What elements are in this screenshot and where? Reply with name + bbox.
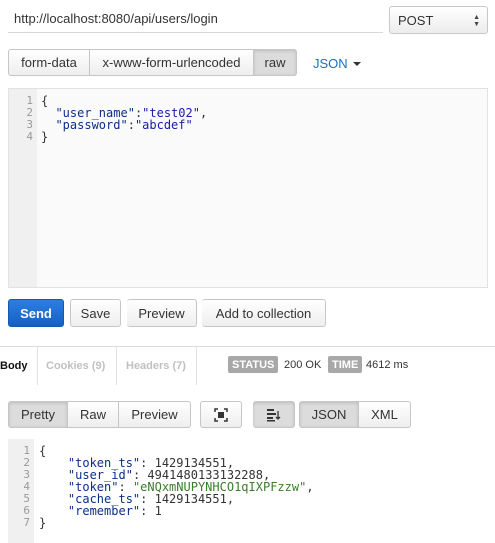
status-badge: STATUS [228,356,279,373]
brace-close: } [39,516,47,530]
response-format-tabs: JSON XML [299,401,411,428]
json-value: "abcdef" [134,118,193,132]
tab-preview-view[interactable]: Preview [119,401,191,428]
request-body-editor[interactable]: 1 2 3 4 { "user_name":"test02", "passwor… [8,88,488,288]
tab-cookies[interactable]: Cookies (9) [46,347,105,385]
tab-headers[interactable]: Headers (7) [126,347,186,385]
json-value: 1429134551 [154,492,227,506]
line-number: 6 [23,504,30,517]
select-arrows-icon: ▲ ▼ [473,14,480,28]
tab-divider [116,347,117,385]
format-dropdown[interactable]: JSON [313,55,361,71]
json-value: 1 [154,504,162,518]
preview-button[interactable]: Preview [127,299,197,327]
method-select[interactable]: POST ▲ ▼ [389,6,488,34]
tab-json[interactable]: JSON [299,401,359,428]
tab-form-data[interactable]: form-data [8,49,90,76]
line-number: 4 [23,480,30,493]
format-label: JSON [313,55,348,71]
line-number: 2 [23,456,30,469]
json-key: "remember" [67,504,141,518]
code-line: "password":"abcdef" [55,118,193,132]
tab-divider [37,347,38,385]
tab-divider [196,347,197,385]
fullscreen-icon [214,407,228,422]
view-mode-tabs: Pretty Raw Preview [8,401,191,428]
tab-pretty[interactable]: Pretty [8,401,68,428]
tab-xml[interactable]: XML [359,401,411,428]
line-number: 5 [23,492,30,505]
response-body-viewer: 1 2 3 4 5 6 7 { "token_ts": 1429134551, … [8,439,495,543]
code-line: } [39,517,46,529]
brace-close: } [41,130,49,144]
line-number: 4 [26,130,33,143]
tab-raw[interactable]: raw [254,49,297,76]
line-number: 3 [23,468,30,481]
line-number: 1 [23,444,30,457]
tab-body[interactable]: Body [0,347,28,385]
line-number: 7 [23,516,30,529]
tab-raw-view[interactable]: Raw [68,401,119,428]
url-input[interactable] [8,5,383,33]
code-line: } [41,131,48,143]
json-key: "password" [55,118,128,132]
time-badge: TIME [328,356,363,373]
method-value: POST [398,12,434,28]
add-to-collection-button[interactable]: Add to collection [202,299,326,327]
tab-x-www-form-urlencoded[interactable]: x-www-form-urlencoded [90,49,254,76]
wrap-lines-button[interactable] [253,401,295,428]
caret-down-icon [352,62,361,66]
wrap-lines-icon [266,408,280,421]
fullscreen-button[interactable] [200,401,242,428]
time-value: 4612 ms [366,358,409,371]
body-type-tabs: form-data x-www-form-urlencoded raw [8,49,297,76]
send-button[interactable]: Send [8,299,64,327]
save-button[interactable]: Save [70,299,121,327]
status-value: 200 OK [284,358,322,371]
code-line: "remember": 1 [67,504,162,518]
